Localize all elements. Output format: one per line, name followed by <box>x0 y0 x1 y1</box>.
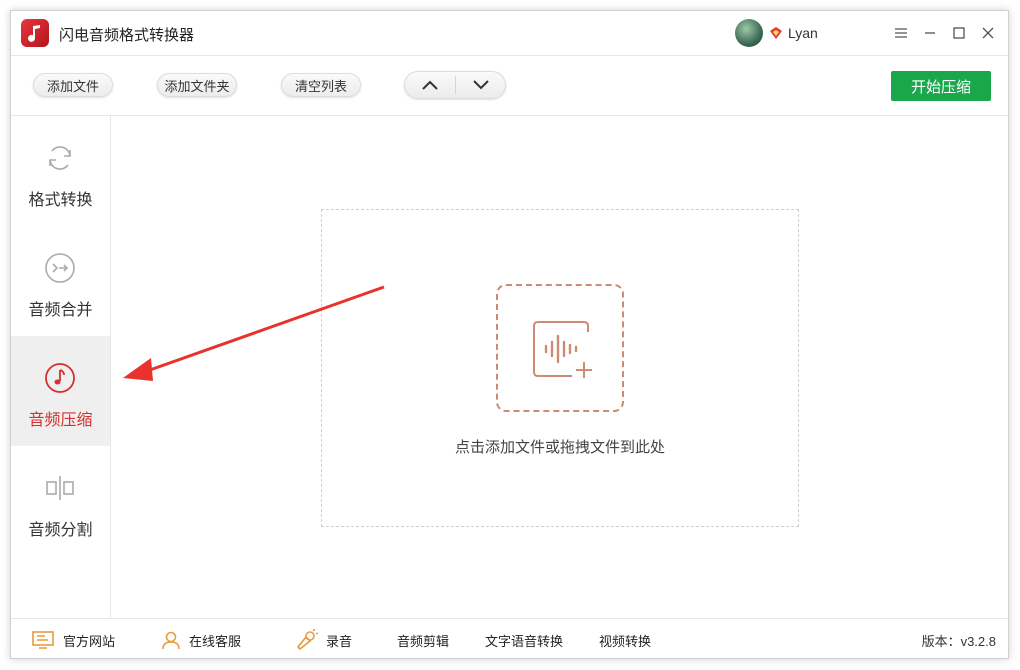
sidebar-item-label: 音频压缩 <box>28 412 93 429</box>
microphone-icon <box>296 629 318 651</box>
app-title: 闪电音频格式转换器 <box>59 27 195 44</box>
toolbar: 添加文件 添加文件夹 清空列表 开始压缩 <box>11 55 1008 116</box>
music-logo-icon <box>28 25 40 42</box>
version-text: 版本：v3.2.8 <box>921 633 996 649</box>
sidebar-item-format-convert[interactable]: 格式转换 <box>11 116 110 226</box>
bottom-bar: 官方网站 在线客服 录音 音频剪辑 文字语音转换 视频转换 版本：v3.2.8 <box>11 618 1008 658</box>
move-down-button[interactable] <box>456 72 506 98</box>
maximize-icon[interactable] <box>949 23 969 43</box>
chevron-up-icon <box>422 80 438 90</box>
user-name[interactable]: Lyan <box>788 25 818 41</box>
add-file-drop-button[interactable] <box>496 284 624 412</box>
title-bar: 闪电音频格式转换器 Lyan <box>11 11 1008 55</box>
audio-wave-add-icon <box>533 321 592 378</box>
sidebar: 格式转换 音频合并 音频压缩 音频分割 <box>11 116 111 618</box>
record-link[interactable]: 录音 <box>294 619 353 658</box>
text-to-speech-link[interactable]: 文字语音转换 <box>485 619 563 658</box>
drop-hint-text: 点击添加文件或拖拽文件到此处 <box>454 439 665 456</box>
video-convert-link[interactable]: 视频转换 <box>599 619 651 658</box>
sidebar-item-audio-split[interactable]: 音频分割 <box>11 446 110 556</box>
chevron-down-icon <box>473 80 489 90</box>
refresh-cycle-icon <box>49 146 71 170</box>
online-service-link[interactable]: 在线客服 <box>161 619 242 658</box>
sidebar-item-audio-merge[interactable]: 音频合并 <box>11 226 110 336</box>
add-folder-button[interactable]: 添加文件夹 <box>157 73 237 97</box>
main-area: 点击添加文件或拖拽文件到此处 <box>111 116 1008 618</box>
move-buttons <box>404 71 506 99</box>
sidebar-item-label: 音频分割 <box>28 522 93 539</box>
official-site-label: 官方网站 <box>63 633 116 649</box>
avatar[interactable] <box>735 19 763 47</box>
customer-service-icon <box>162 631 180 650</box>
app-logo <box>21 19 49 47</box>
app-window: 闪电音频格式转换器 Lyan 添加文件 添加文件夹 清空列表 开始压缩 格式转换… <box>10 10 1009 659</box>
sidebar-item-label: 音频合并 <box>28 302 93 319</box>
clear-list-button[interactable]: 清空列表 <box>281 73 361 97</box>
audio-cut-link[interactable]: 音频剪辑 <box>397 619 449 658</box>
minimize-icon[interactable] <box>920 23 940 43</box>
start-compress-button[interactable]: 开始压缩 <box>891 71 991 101</box>
music-note-icon <box>45 363 75 393</box>
online-service-label: 在线客服 <box>189 633 242 649</box>
hamburger-icon[interactable] <box>891 23 911 43</box>
split-icon <box>46 476 74 500</box>
file-drop-zone[interactable]: 点击添加文件或拖拽文件到此处 <box>321 209 799 527</box>
add-file-button[interactable]: 添加文件 <box>33 73 113 97</box>
close-icon[interactable] <box>978 23 998 43</box>
vip-diamond-icon <box>768 25 784 41</box>
sidebar-item-audio-compress[interactable]: 音频压缩 <box>11 336 110 446</box>
sidebar-item-label: 格式转换 <box>28 192 93 209</box>
merge-arrow-icon <box>45 253 75 283</box>
move-up-button[interactable] <box>405 72 455 98</box>
record-label: 录音 <box>326 633 353 649</box>
official-site-link[interactable]: 官方网站 <box>31 619 116 658</box>
monitor-icon <box>32 631 54 649</box>
